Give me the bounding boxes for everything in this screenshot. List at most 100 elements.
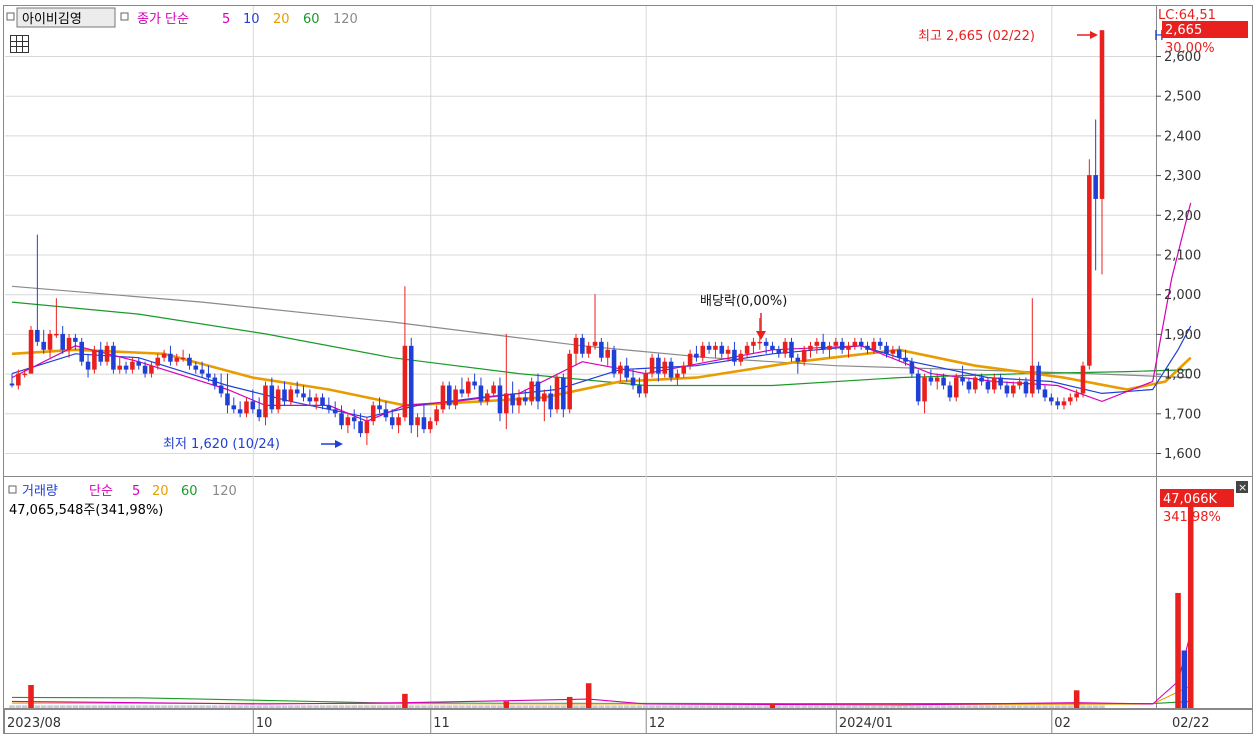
volume-bar-base [357, 705, 364, 708]
candle-body [465, 381, 471, 394]
candle-body [149, 365, 154, 374]
volume-pane-frame [3, 476, 1253, 709]
volume-bar-base [649, 705, 655, 708]
candle-body [250, 401, 256, 410]
candle-body [54, 333, 59, 336]
price-tick-label: 2,400 [1164, 129, 1201, 144]
volume-bar-base [123, 705, 129, 708]
candle-body [896, 349, 902, 358]
volume-bar-base [383, 705, 389, 708]
volume-bar-base [617, 705, 624, 708]
vma-period-120: 120 [212, 484, 237, 499]
volume-bar-base [668, 705, 674, 708]
candle-body [1074, 393, 1079, 398]
candle-body [732, 349, 737, 362]
volume-bar-base [484, 705, 491, 708]
candle-body [1049, 397, 1054, 402]
volume-bar-base [921, 705, 928, 708]
volume-bar-base [877, 705, 883, 708]
candle-body [757, 341, 763, 344]
volume-bar-base [116, 705, 123, 708]
low-label: 최저 1,620 (10/24) [163, 437, 280, 452]
volume-bar-base [294, 705, 300, 708]
candle-body [998, 377, 1003, 386]
ma-period-10: 10 [243, 12, 260, 27]
volume-bar-base [218, 705, 224, 708]
volume-bar-base [750, 705, 757, 708]
volume-bar-base [1035, 705, 1042, 708]
volume-bar-base [674, 705, 681, 708]
volume-bar-base [788, 705, 795, 708]
candle-body [510, 393, 515, 406]
candle-body [770, 345, 775, 350]
volume-bar-base [186, 705, 193, 708]
candle-body [117, 365, 123, 370]
volume-bar-base [364, 705, 370, 708]
candle-body [719, 345, 725, 354]
candle-body [662, 361, 668, 374]
volume-bar [1175, 592, 1181, 708]
volume-title: 거래량 [22, 484, 58, 499]
volume-bar-base [623, 705, 630, 708]
close-icon: × [1238, 481, 1247, 494]
candle-body [687, 353, 693, 366]
candle-body [231, 405, 237, 410]
candle-body [396, 417, 401, 426]
candle-body [561, 377, 566, 410]
volume-bar-base [376, 705, 383, 708]
candle-body [972, 377, 978, 390]
candle-body [1030, 365, 1035, 394]
candle-body [1004, 385, 1010, 394]
candle-body [275, 389, 281, 410]
volume-bar-base [47, 705, 53, 708]
volume-bar-base [611, 705, 617, 708]
candle-body [497, 385, 503, 414]
volume-bar-base [478, 705, 484, 708]
candle-body [656, 357, 661, 374]
volume-bar-base [256, 705, 262, 708]
candle-body [491, 385, 496, 394]
candle-body [28, 329, 34, 374]
volume-bar-base [370, 705, 377, 708]
volume-bar [1073, 690, 1080, 708]
volume-bar-base [744, 705, 750, 708]
volume-bar-base [959, 705, 966, 708]
price-tick-label: 2,500 [1164, 90, 1201, 105]
volume-bar-base [699, 705, 706, 708]
lc-label: LC:64,51 [1158, 8, 1216, 23]
candle-body [313, 397, 319, 402]
candle-body [1036, 365, 1041, 390]
volume-bar-base [1080, 705, 1086, 708]
candle-body [681, 365, 687, 374]
volume-bar-base [820, 705, 826, 708]
price-tick-label: 1,600 [1164, 447, 1201, 462]
volume-bar-base [338, 705, 345, 708]
volume-bar [769, 704, 776, 708]
candle-body [73, 337, 78, 342]
volume-bar-base [807, 705, 814, 708]
candle-body [104, 345, 110, 362]
volume-bar-base [66, 705, 72, 708]
volume-bar-base [40, 705, 47, 708]
candle-body [744, 345, 750, 354]
candle-body [953, 377, 959, 398]
volume-bar-base [579, 705, 586, 708]
volume-bar-base [737, 705, 744, 708]
price-tick-label: 1,800 [1164, 368, 1201, 383]
table-grid-icon[interactable] [10, 35, 29, 53]
candle-body [985, 381, 991, 390]
candle-body [567, 353, 572, 410]
candle-body [22, 373, 27, 376]
candle-body [161, 353, 167, 358]
volume-bar-base [541, 705, 548, 708]
volume-bar-base [281, 705, 288, 708]
candle-body [909, 361, 915, 374]
candle-body [725, 349, 731, 354]
volume-bar-base [516, 705, 522, 708]
volume-bar-base [928, 705, 934, 708]
volume-bar-base [573, 705, 579, 708]
candle-body [852, 341, 858, 346]
current-price-value: 2,665 [1165, 23, 1202, 38]
candle-body [16, 373, 21, 386]
volume-bar-base [1048, 705, 1055, 708]
